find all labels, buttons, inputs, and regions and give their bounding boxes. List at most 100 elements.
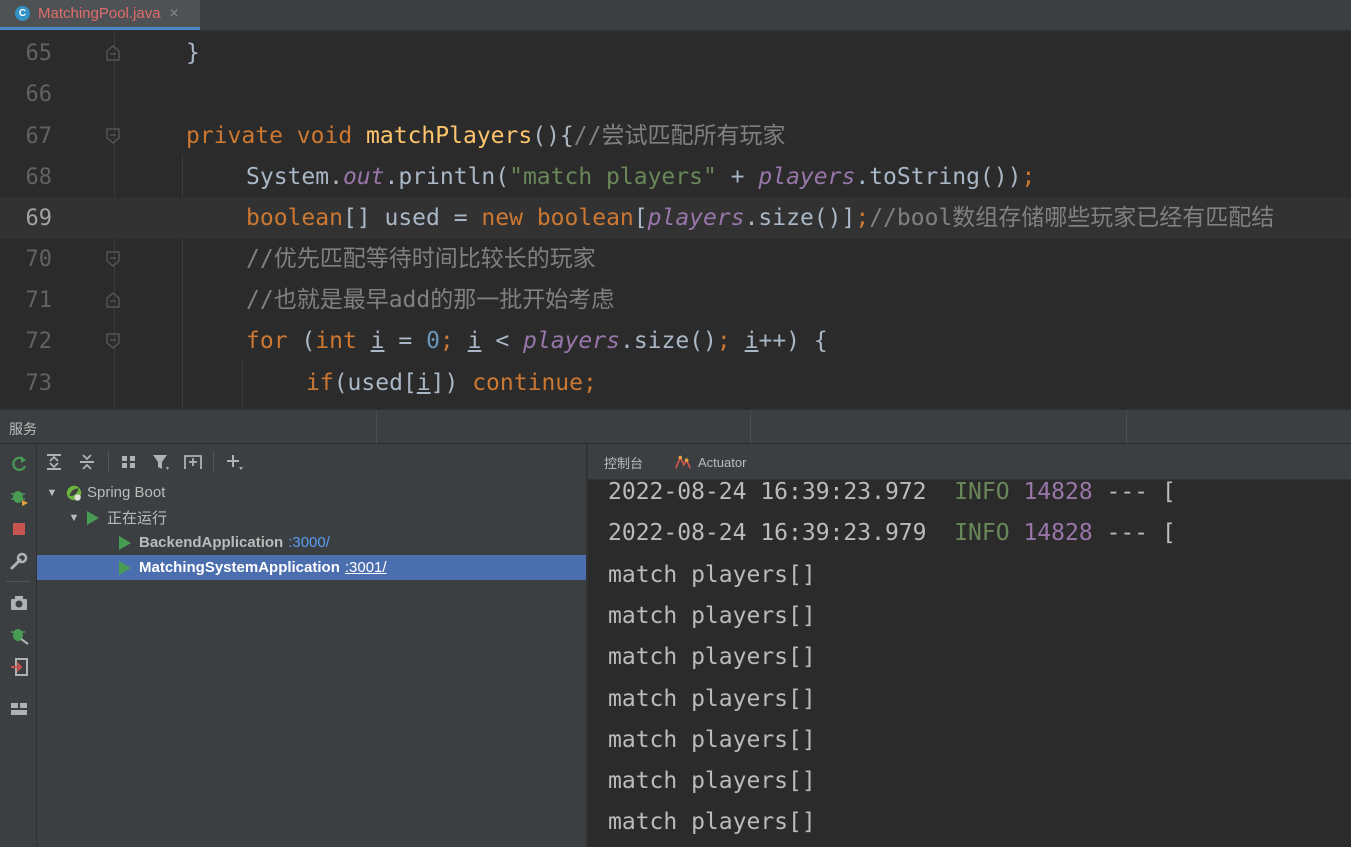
collapse-all-icon[interactable] bbox=[77, 452, 97, 472]
code-token: System. bbox=[246, 164, 343, 190]
line-number: 69 bbox=[25, 206, 53, 231]
fold-start-icon[interactable] bbox=[106, 333, 120, 349]
code-token: .size() bbox=[619, 328, 717, 354]
chevron-down-icon[interactable]: ▼ bbox=[45, 487, 59, 499]
code-text: if(used[i]) continue; bbox=[306, 363, 597, 404]
divider bbox=[213, 452, 214, 472]
line-number: 66 bbox=[25, 82, 53, 107]
tree-item-running-group[interactable]: ▼ 正在运行 bbox=[37, 505, 586, 530]
console-output[interactable]: 2022-08-24 16:39:23.972 INFO 14828 --- [… bbox=[588, 480, 1351, 847]
line-number: 72 bbox=[25, 329, 53, 354]
semicolon: ; bbox=[855, 205, 870, 231]
log-pid: 14828 bbox=[1023, 520, 1093, 546]
close-icon[interactable]: × bbox=[169, 6, 180, 21]
debug-bug-icon[interactable] bbox=[9, 486, 29, 506]
wrench-icon[interactable] bbox=[9, 551, 29, 571]
code-line[interactable]: 71 //也就是最早add的那一批开始考虑 bbox=[0, 280, 1351, 321]
code-token: ]) bbox=[430, 370, 473, 396]
keyword: void bbox=[296, 123, 353, 149]
services-side-toolbar bbox=[0, 444, 37, 847]
run-icon bbox=[87, 510, 99, 525]
log-line: match players[] bbox=[608, 768, 816, 794]
keyword: int bbox=[315, 328, 357, 354]
refresh-icon[interactable] bbox=[9, 454, 29, 474]
code-token: ( bbox=[287, 328, 316, 354]
log-line: match players[] bbox=[608, 727, 816, 753]
fold-start-icon[interactable] bbox=[106, 128, 120, 144]
log-line: match players[] bbox=[608, 562, 816, 588]
code-token: (used[ bbox=[333, 370, 417, 396]
run-icon bbox=[119, 560, 131, 575]
code-text: } bbox=[186, 40, 200, 66]
filter-icon[interactable] bbox=[151, 452, 171, 472]
layout-icon[interactable] bbox=[9, 699, 29, 719]
loop-variable: i bbox=[370, 328, 385, 354]
fold-start-icon[interactable] bbox=[106, 251, 120, 267]
line-number: 68 bbox=[25, 165, 53, 190]
tree-item-spring-boot[interactable]: ▼ Spring Boot bbox=[37, 480, 586, 505]
code-line[interactable]: 66 bbox=[0, 74, 1351, 115]
tab-matchingpool-java[interactable]: C MatchingPool.java × bbox=[0, 0, 200, 30]
group-by-icon[interactable] bbox=[119, 452, 139, 472]
log-line: 2022-08-24 16:39:23.972 INFO 14828 --- [ bbox=[608, 480, 1176, 513]
tab-label: MatchingPool.java bbox=[38, 5, 161, 22]
static-field: players bbox=[523, 328, 620, 354]
console-tab-bar: 控制台 Actuator bbox=[588, 444, 1351, 480]
export-icon[interactable] bbox=[9, 657, 29, 677]
string-literal: "match players" bbox=[509, 164, 717, 190]
code-line[interactable]: 67 private void matchPlayers(){//尝试匹配所有玩… bbox=[0, 116, 1351, 157]
code-line[interactable]: 68 System.out.println("match players" + … bbox=[0, 157, 1351, 198]
port-link[interactable]: :3001/ bbox=[345, 559, 387, 576]
code-token: .toString()) bbox=[855, 164, 1022, 190]
tab-actuator[interactable]: Actuator bbox=[674, 444, 746, 480]
camera-icon[interactable] bbox=[9, 593, 29, 613]
code-line[interactable]: 65 } bbox=[0, 33, 1351, 74]
semicolon: ; bbox=[582, 370, 597, 396]
divider bbox=[376, 410, 377, 444]
tab-label: Actuator bbox=[698, 454, 747, 470]
loop-variable: i bbox=[416, 370, 431, 396]
keyword: boolean bbox=[246, 205, 343, 231]
static-field: players bbox=[758, 164, 856, 190]
static-field: out bbox=[342, 164, 385, 190]
expand-all-icon[interactable] bbox=[44, 452, 64, 472]
keyword: if bbox=[306, 370, 334, 396]
tree-item-backend-application[interactable]: BackendApplication :3000/ bbox=[37, 530, 586, 555]
code-line[interactable]: 73 if(used[i]) continue; bbox=[0, 363, 1351, 404]
stop-icon[interactable] bbox=[9, 519, 29, 539]
code-line-current[interactable]: 69 boolean[] used = new boolean[players.… bbox=[0, 198, 1351, 239]
code-text: for (int i = 0; i < players.size(); i++)… bbox=[246, 321, 828, 362]
tab-label: 控制台 bbox=[604, 455, 644, 471]
log-pid: 14828 bbox=[1023, 480, 1093, 505]
log-line: match players[] bbox=[608, 686, 816, 712]
port-link[interactable]: :3000/ bbox=[288, 534, 330, 551]
fold-end-icon[interactable] bbox=[106, 45, 120, 61]
line-number: 70 bbox=[25, 247, 53, 272]
fold-end-icon[interactable] bbox=[106, 292, 120, 308]
new-tab-icon[interactable] bbox=[183, 452, 203, 472]
divider bbox=[750, 410, 751, 444]
code-line[interactable]: 72 for (int i = 0; i < players.size(); i… bbox=[0, 321, 1351, 362]
debug-attach-icon[interactable] bbox=[9, 625, 29, 645]
add-icon[interactable] bbox=[225, 452, 245, 472]
number-literal: 0 bbox=[426, 328, 440, 354]
log-timestamp: 2022-08-24 16:39:23.979 bbox=[608, 520, 927, 546]
log-level: INFO bbox=[954, 480, 1010, 505]
line-number: 73 bbox=[25, 371, 53, 396]
keyword: boolean bbox=[536, 205, 634, 231]
code-text: System.out.println("match players" + pla… bbox=[246, 157, 1035, 198]
tree-item-label: 正在运行 bbox=[107, 510, 168, 527]
tree-item-label: Spring Boot bbox=[87, 484, 166, 501]
code-editor[interactable]: 65 } 66 67 private void matchPlayers(){/… bbox=[0, 31, 1351, 409]
chevron-down-icon[interactable]: ▼ bbox=[67, 512, 81, 524]
log-line: match players[] bbox=[608, 809, 816, 835]
tab-console[interactable]: 控制台 bbox=[604, 444, 643, 480]
divider bbox=[108, 452, 109, 472]
app-name: MatchingSystemApplication bbox=[139, 559, 340, 576]
code-line[interactable]: 70 //优先匹配等待时间比较长的玩家 bbox=[0, 239, 1351, 280]
code-token: = bbox=[384, 328, 427, 354]
comment: //也就是最早add的那一批开始考虑 bbox=[246, 287, 615, 313]
tree-item-matching-system-application[interactable]: MatchingSystemApplication :3001/ bbox=[37, 555, 586, 580]
